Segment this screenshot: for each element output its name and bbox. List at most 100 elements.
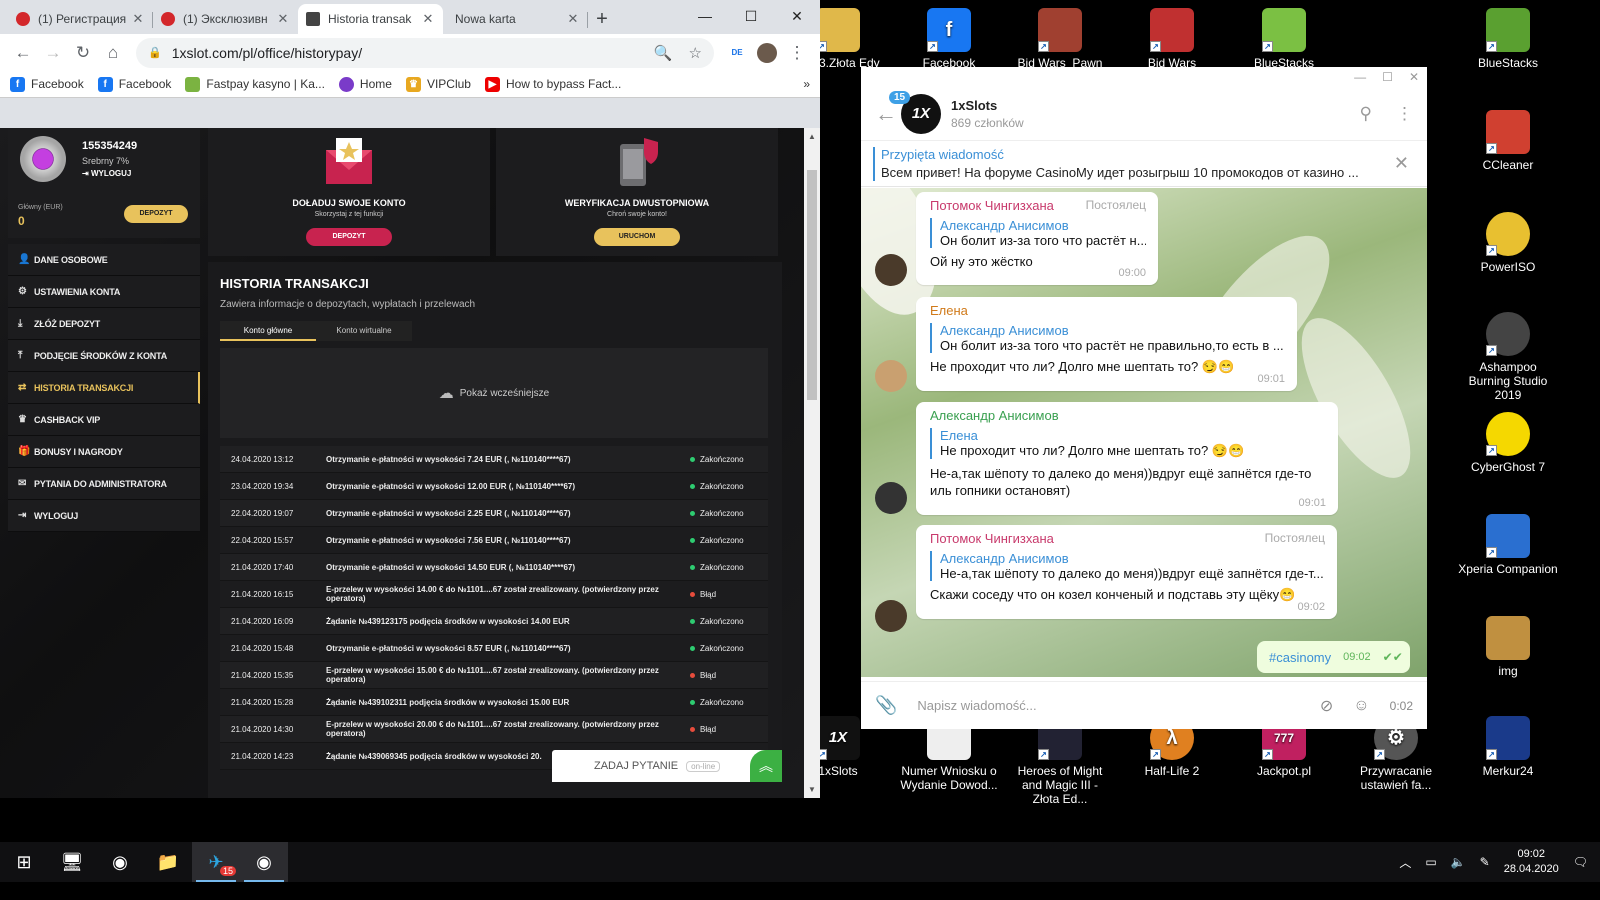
- star-icon[interactable]: ☆: [689, 44, 702, 62]
- show-earlier-button[interactable]: ☁ Pokaż wcześniejsze: [220, 348, 768, 438]
- bookmark[interactable]: f Facebook: [10, 76, 84, 92]
- volume-icon[interactable]: 🔈: [1451, 855, 1466, 869]
- chevron-up-icon[interactable]: ︿: [1399, 854, 1411, 871]
- scroll-thumb[interactable]: [807, 170, 817, 400]
- battery-icon[interactable]: ▭: [1425, 855, 1436, 869]
- new-tab-button[interactable]: +: [588, 4, 616, 34]
- desktop-icon[interactable]: ↗ Ashampoo Burning Studio 2019: [1458, 312, 1558, 402]
- desktop-icon[interactable]: ↗ Heroes of Might and Magic III - Złota E…: [1010, 716, 1110, 806]
- search-icon[interactable]: ⚲: [1360, 104, 1372, 124]
- channel-name[interactable]: 1xSlots: [951, 98, 1024, 113]
- clock[interactable]: 09:02 28.04.2020: [1504, 847, 1559, 877]
- menu-item-withdraw[interactable]: ⤒ PODJĘCIE ŚRODKÓW Z KONTA: [8, 340, 200, 372]
- run-2fa-button[interactable]: URUCHOM: [594, 228, 680, 246]
- desktop-icon[interactable]: ↗ Bid Wars: [1122, 8, 1222, 70]
- pc-icon[interactable]: 🖥: [48, 842, 96, 882]
- emoji-icon[interactable]: ☺: [1353, 697, 1369, 715]
- ask-question-widget[interactable]: ZADAJ PYTANIE on-line ︽: [552, 750, 782, 782]
- menu-item-history[interactable]: ⇄ HISTORIA TRANSAKCJI: [8, 372, 200, 404]
- menu-icon[interactable]: ⋮: [782, 38, 812, 68]
- forward-icon[interactable]: →: [38, 38, 68, 68]
- desktop-icon[interactable]: ↗ BlueStacks: [1234, 8, 1334, 70]
- reload-icon[interactable]: ↻: [68, 38, 98, 68]
- menu-item-cashback[interactable]: ♛ CASHBACK VIP: [8, 404, 200, 436]
- more-icon[interactable]: ⋮: [1396, 104, 1413, 124]
- browser-tab[interactable]: (1) Эксклюзивн ✕: [153, 4, 298, 34]
- reply-quote[interactable]: Александр Анисимов Он болит из-за того чт…: [930, 323, 1285, 353]
- account-tabs: Konto główne Konto wirtualne: [220, 321, 412, 341]
- back-icon[interactable]: ← 15: [875, 90, 911, 127]
- hashtag-link[interactable]: #casinomy: [1269, 650, 1331, 665]
- avatar[interactable]: [875, 482, 907, 514]
- pen-icon[interactable]: ✎: [1480, 855, 1490, 869]
- browser-tab[interactable]: Nowa karta ✕: [443, 4, 588, 34]
- maximize-icon[interactable]: ☐: [728, 0, 774, 32]
- close-icon[interactable]: ✕: [1394, 153, 1409, 174]
- command-icon[interactable]: ⊘: [1320, 696, 1333, 716]
- page-scrollbar[interactable]: ▲ ▼: [804, 128, 820, 798]
- avatar[interactable]: [752, 38, 782, 68]
- scroll-up-icon[interactable]: ▲: [804, 132, 820, 141]
- reply-quote[interactable]: Елена Не проходит что ли? Долго мне шепта…: [930, 428, 1326, 459]
- reply-quote[interactable]: Александр Анисимов Он болит из-за того чт…: [930, 218, 1146, 248]
- minimize-icon[interactable]: —: [1354, 70, 1366, 84]
- more-bookmarks-icon[interactable]: »: [803, 77, 810, 91]
- reply-quote[interactable]: Александр Анисимов Не-а,так шёпоту то дал…: [930, 551, 1325, 581]
- desktop-icon[interactable]: ↗ BlueStacks: [1458, 8, 1558, 70]
- close-window-icon[interactable]: ✕: [774, 0, 820, 32]
- close-icon[interactable]: ✕: [566, 11, 580, 27]
- message-input[interactable]: Napisz wiadomość...: [917, 698, 1299, 713]
- chrome-icon[interactable]: ◉: [96, 842, 144, 882]
- address-bar[interactable]: 🔒 1xslot.com/pl/office/historypay/ 🔍 ☆: [136, 37, 714, 68]
- deposit-small-button[interactable]: DEPOZYT: [124, 205, 188, 223]
- desktop-icon[interactable]: ↗ Xperia Companion: [1458, 514, 1558, 576]
- browser-tab[interactable]: (1) Регистрация ✕: [8, 4, 153, 34]
- browser-tab-active[interactable]: Historia transak ✕: [298, 4, 443, 34]
- home-site-icon: [338, 76, 354, 92]
- close-window-icon[interactable]: ✕: [1409, 70, 1419, 84]
- bookmark[interactable]: Fastpay kasyno | Ka...: [185, 76, 325, 92]
- attach-icon[interactable]: 📎: [875, 695, 897, 716]
- menu-item-bonuses[interactable]: 🎁 BONUSY I NAGRODY: [8, 436, 200, 468]
- menu-item-settings[interactable]: ⚙ USTAWIENIA KONTA: [8, 276, 200, 308]
- menu-item-deposit[interactable]: ⤓ ZŁÓŻ DEPOZYT: [8, 308, 200, 340]
- close-icon[interactable]: ✕: [131, 11, 145, 27]
- pinned-message[interactable]: Przypięta wiadomość Всем привет! На фору…: [861, 141, 1427, 187]
- bookmark[interactable]: ♛ VIPClub: [405, 76, 471, 92]
- explorer-icon[interactable]: 📁: [144, 842, 192, 882]
- notification-icon[interactable]: 🗨: [1573, 855, 1588, 869]
- desktop-icon[interactable]: ↗ Merkur24: [1458, 716, 1558, 778]
- bookmark[interactable]: ▶ How to bypass Fact...: [484, 76, 621, 92]
- menu-item-logout[interactable]: ⇥ WYLOGUJ: [8, 500, 200, 532]
- menu-item-questions[interactable]: ✉ PYTANIA DO ADMINISTRATORA: [8, 468, 200, 500]
- desktop-icon[interactable]: ↗ CCleaner: [1458, 110, 1558, 172]
- telegram-icon[interactable]: ✈ 15: [192, 842, 240, 882]
- home-icon[interactable]: ⌂: [98, 38, 128, 68]
- desktop-icon[interactable]: img: [1458, 616, 1558, 678]
- avatar[interactable]: [875, 600, 907, 632]
- chevron-up-icon[interactable]: ︽: [750, 750, 782, 782]
- scroll-down-icon[interactable]: ▼: [804, 785, 820, 794]
- tab-main-account[interactable]: Konto główne: [220, 321, 316, 341]
- extension-icon[interactable]: DE: [722, 38, 752, 68]
- logout-link[interactable]: ⇥ WYLOGUJ: [82, 169, 131, 178]
- start-icon[interactable]: ⊞: [0, 842, 48, 882]
- tab-virtual-account[interactable]: Konto wirtualne: [316, 321, 412, 341]
- deposit-button[interactable]: DEPOZYT: [306, 228, 392, 246]
- zoom-icon[interactable]: 🔍: [654, 44, 673, 62]
- chrome-icon[interactable]: ◉: [240, 842, 288, 882]
- desktop-icon[interactable]: ↗ Bid Wars_Pawn: [1010, 8, 1110, 70]
- back-icon[interactable]: ←: [8, 38, 38, 68]
- menu-item-personal[interactable]: 👤 DANE OSOBOWE: [8, 244, 200, 276]
- bookmark[interactable]: Home: [338, 76, 392, 92]
- desktop-icon[interactable]: ↗ CyberGhost 7: [1458, 412, 1558, 474]
- avatar[interactable]: [875, 254, 907, 286]
- maximize-icon[interactable]: ☐: [1382, 70, 1393, 84]
- desktop-icon[interactable]: ↗ PowerISO: [1458, 212, 1558, 274]
- desktop-icon[interactable]: f ↗ Facebook: [899, 8, 999, 70]
- close-icon[interactable]: ✕: [421, 11, 435, 27]
- avatar[interactable]: [875, 360, 907, 392]
- minimize-icon[interactable]: —: [682, 0, 728, 32]
- close-icon[interactable]: ✕: [276, 11, 290, 27]
- bookmark[interactable]: f Facebook: [97, 76, 171, 92]
